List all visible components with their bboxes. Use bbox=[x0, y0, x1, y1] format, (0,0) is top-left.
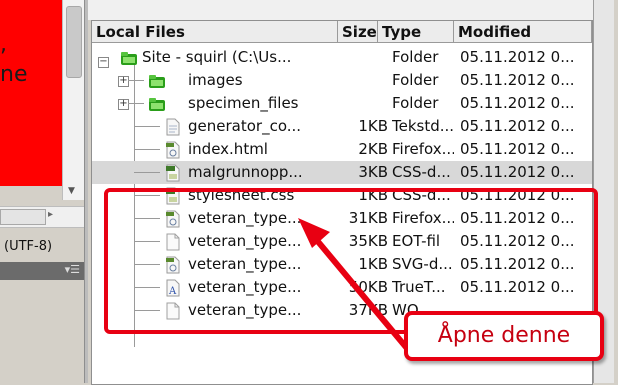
editor-preview[interactable]: , ne bbox=[0, 0, 62, 186]
column-header-modified[interactable]: Modified bbox=[454, 21, 592, 43]
horizontal-scrollbar-thumb[interactable] bbox=[0, 209, 46, 225]
column-header-local-files[interactable]: Local Files bbox=[92, 21, 338, 43]
files-toolbar bbox=[88, 0, 593, 20]
file-type: Folder bbox=[392, 94, 439, 112]
file-name: Site - squirl (C:\Us... bbox=[142, 48, 292, 66]
column-header-size[interactable]: Size bbox=[338, 21, 378, 43]
code-editor-pane: , ne ▼ ▸ (UTF-8) ▾☰ bbox=[0, 0, 88, 383]
tree-branch-line bbox=[128, 80, 144, 81]
file-row[interactable]: Site - squirl (C:\Us... Folder 05.11.201… bbox=[92, 46, 592, 69]
file-type: Firefox... bbox=[392, 140, 454, 158]
expand-icon[interactable]: + bbox=[118, 99, 129, 110]
encoding-status: (UTF-8) bbox=[4, 239, 53, 254]
file-type: Folder bbox=[392, 48, 439, 66]
scroll-down-arrow-icon[interactable]: ▼ bbox=[68, 186, 75, 196]
file-modified: 05.11.2012 0... bbox=[460, 48, 575, 66]
file-size: 3KB bbox=[358, 163, 388, 181]
callout-text: Åpne denne bbox=[437, 323, 571, 348]
expand-icon[interactable]: + bbox=[118, 76, 129, 87]
folder-icon bbox=[149, 98, 165, 111]
tree-branch-line bbox=[134, 149, 160, 150]
file-row[interactable]: generator_co... 1KB Tekstd... 05.11.2012… bbox=[92, 115, 592, 138]
file-name: generator_co... bbox=[188, 117, 302, 135]
file-modified: 05.11.2012 0... bbox=[460, 71, 575, 89]
file-row[interactable]: index.html 2KB Firefox... 05.11.2012 0..… bbox=[92, 138, 592, 161]
file-row[interactable]: + images Folder 05.11.2012 0... bbox=[92, 69, 592, 92]
file-name: images bbox=[188, 71, 243, 89]
css-file-icon bbox=[166, 164, 180, 182]
tree-branch-line bbox=[134, 126, 160, 127]
file-name: index.html bbox=[188, 140, 268, 158]
file-type: Tekstd... bbox=[392, 117, 454, 135]
editor-vertical-scrollbar[interactable]: ▼ bbox=[62, 0, 85, 200]
file-modified: 05.11.2012 0... bbox=[460, 140, 575, 158]
tree-branch-line bbox=[134, 172, 160, 173]
panel-options-bar[interactable]: ▾☰ bbox=[0, 262, 84, 280]
file-row-selected[interactable]: malgrunnopp... 3KB CSS-d... 05.11.2012 0… bbox=[92, 161, 592, 184]
file-type: Folder bbox=[392, 71, 439, 89]
file-type: CSS-d... bbox=[392, 163, 451, 181]
file-size: 2KB bbox=[358, 140, 388, 158]
site-folder-icon bbox=[121, 52, 137, 65]
text-file-icon bbox=[166, 118, 180, 136]
file-row[interactable]: + specimen_files Folder 05.11.2012 0... bbox=[92, 92, 592, 115]
file-modified: 05.11.2012 0... bbox=[460, 117, 575, 135]
file-modified: 05.11.2012 0... bbox=[460, 163, 575, 181]
column-header-type[interactable]: Type bbox=[378, 21, 454, 43]
folder-icon bbox=[149, 75, 165, 88]
file-modified: 05.11.2012 0... bbox=[460, 94, 575, 112]
file-name: malgrunnopp... bbox=[188, 163, 303, 181]
panel-options-icon[interactable]: ▾☰ bbox=[65, 263, 80, 276]
editor-horizontal-scrollbar[interactable]: ▸ bbox=[0, 206, 84, 228]
file-name: specimen_files bbox=[188, 94, 299, 112]
html-file-icon bbox=[166, 141, 180, 159]
scroll-right-arrow-icon[interactable]: ▸ bbox=[48, 209, 53, 220]
editor-text-line-1: , bbox=[0, 32, 7, 57]
tree-branch-line bbox=[128, 103, 144, 104]
file-size: 1KB bbox=[358, 117, 388, 135]
editor-text-line-2: ne bbox=[0, 62, 28, 87]
scrollbar-thumb[interactable] bbox=[66, 6, 82, 78]
annotation-callout: Åpne denne bbox=[404, 311, 604, 361]
